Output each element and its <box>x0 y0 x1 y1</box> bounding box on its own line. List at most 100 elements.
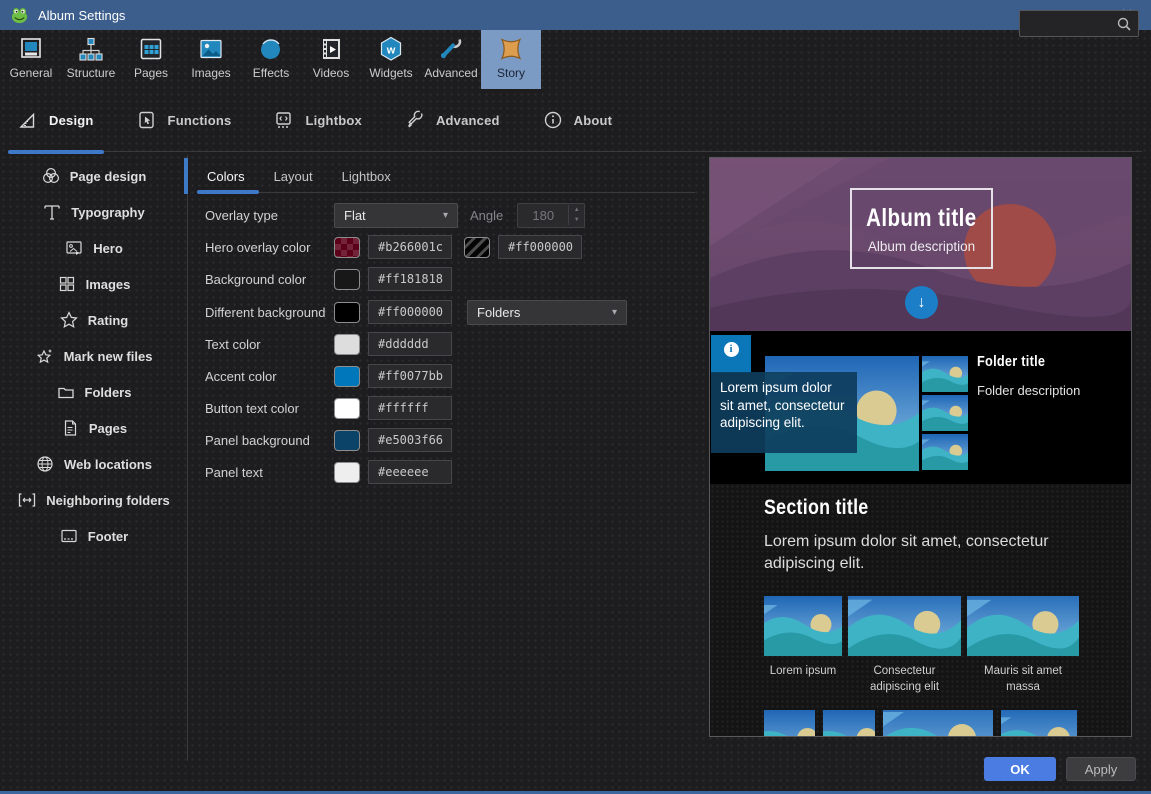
panel-text-field[interactable] <box>368 460 452 484</box>
hero-title-box: Album title Album description <box>850 188 993 269</box>
preview-folder-strip: i Lorem ipsum dolor sit amet, consectetu… <box>710 331 1131 484</box>
album-settings-window: Album Settings ✕ General Structure <box>0 0 1151 794</box>
thumbnail-image <box>764 596 842 656</box>
folder-small-thumbnails <box>922 356 968 471</box>
accent-color-field[interactable] <box>368 364 452 388</box>
svg-text:w: w <box>386 45 396 57</box>
formtab-lightbox[interactable]: Lightbox <box>342 166 391 192</box>
functions-icon <box>137 110 157 130</box>
tab-advanced[interactable]: Advanced <box>405 110 500 130</box>
background-color-field[interactable] <box>368 267 452 291</box>
titlebar: Album Settings ✕ <box>0 0 1151 30</box>
toolbar-item-videos[interactable]: Videos <box>301 30 361 89</box>
background-color-swatch[interactable] <box>334 269 360 290</box>
different-background-dropdown[interactable]: Folders ▾ <box>467 300 627 325</box>
lightbox-icon <box>274 110 294 130</box>
toolbar-item-effects[interactable]: Effects <box>241 30 301 89</box>
advanced-icon <box>437 35 465 63</box>
folder-info-badge[interactable]: i <box>711 335 751 373</box>
hero-overlay-color-swatch[interactable] <box>334 237 360 258</box>
apply-button[interactable]: Apply <box>1066 757 1136 781</box>
main-toolbar: General Structure Pages <box>0 30 1151 89</box>
thumbnail-item[interactable]: Lorem ipsum <box>764 596 842 695</box>
thumbnail-image[interactable] <box>764 710 815 737</box>
hero-overlay-color2-swatch[interactable] <box>464 237 490 258</box>
folder-small-thumbnail <box>922 395 968 431</box>
thumbnail-image <box>848 596 961 656</box>
rating-star-icon <box>59 310 79 330</box>
design-sidebar: Page design Typography Hero <box>0 155 188 761</box>
preview-hero: Album title Album description ↓ <box>710 158 1131 331</box>
spinner-arrows[interactable]: ▲ ▼ <box>568 205 584 225</box>
toolbar-item-pages[interactable]: Pages <box>121 30 181 89</box>
text-color-swatch[interactable] <box>334 334 360 355</box>
thumbnail-caption: Mauris sit amet massa <box>967 664 1079 695</box>
tab-underline <box>8 151 1142 152</box>
hero-overlay-color2-field[interactable] <box>498 235 582 259</box>
toolbar-item-widgets[interactable]: w Widgets <box>361 30 421 89</box>
row-panel-background: Panel background <box>205 427 464 453</box>
hero-icon <box>64 238 84 258</box>
page-design-icon <box>41 166 61 186</box>
toolbar-item-advanced[interactable]: Advanced <box>421 30 481 89</box>
sidebar-item-mark-new-files[interactable]: Mark new files <box>0 338 187 374</box>
sidebar-item-footer[interactable]: Footer <box>0 518 187 554</box>
row-button-text-color: Button text color <box>205 395 464 421</box>
sidebar-item-hero[interactable]: Hero <box>0 230 187 266</box>
text-color-field[interactable] <box>368 332 452 356</box>
app-logo-frog-icon <box>10 6 29 25</box>
row-hero-overlay-color: Hero overlay color <box>205 234 594 260</box>
tab-lightbox[interactable]: Lightbox <box>274 110 361 130</box>
angle-stepper[interactable]: 180 ▲ ▼ <box>517 203 585 228</box>
panel-background-swatch[interactable] <box>334 430 360 451</box>
images-grid-icon <box>57 274 77 294</box>
row-background-color: Background color <box>205 266 464 292</box>
down-arrow-icon: ↓ <box>918 294 926 312</box>
active-formtab-indicator <box>197 190 259 194</box>
sidebar-item-images[interactable]: Images <box>0 266 187 302</box>
tab-about[interactable]: About <box>543 110 613 130</box>
sidebar-item-rating[interactable]: Rating <box>0 302 187 338</box>
overlay-type-dropdown[interactable]: Flat ▾ <box>334 203 458 228</box>
scroll-down-button[interactable]: ↓ <box>905 286 938 319</box>
search-icon <box>1116 16 1132 32</box>
neighboring-folders-icon <box>17 490 37 510</box>
button-text-color-swatch[interactable] <box>334 398 360 419</box>
row-overlay-type: Overlay type Flat ▾ Angle 180 ▲ ▼ <box>205 202 585 228</box>
toolbar-item-story[interactable]: Story <box>481 30 541 89</box>
ok-button[interactable]: OK <box>984 757 1056 781</box>
thumbnail-image[interactable] <box>883 710 993 737</box>
button-text-color-field[interactable] <box>368 396 452 420</box>
toolbar-item-general[interactable]: General <box>1 30 61 89</box>
different-background-swatch[interactable] <box>334 302 360 323</box>
sidebar-item-web-locations[interactable]: Web locations <box>0 446 187 482</box>
sidebar-item-typography[interactable]: Typography <box>0 194 187 230</box>
thumbnail-item[interactable]: Consectetur adipiscing elit <box>848 596 961 695</box>
thumbnail-image[interactable] <box>1001 710 1077 737</box>
sidebar-item-pages[interactable]: Pages <box>0 410 187 446</box>
thumbnail-caption: Consectetur adipiscing elit <box>848 664 961 695</box>
formtab-layout[interactable]: Layout <box>274 166 313 192</box>
accent-color-swatch[interactable] <box>334 366 360 387</box>
spin-up-icon: ▲ <box>574 205 580 215</box>
thumbnail-item[interactable]: Mauris sit amet massa <box>967 596 1079 695</box>
tab-functions[interactable]: Functions <box>137 110 232 130</box>
different-background-field[interactable] <box>368 300 452 324</box>
hero-overlay-color-field[interactable] <box>368 235 452 259</box>
thumbnail-image[interactable] <box>823 710 875 737</box>
settings-tabrow: Design Functions Lightbox <box>0 89 1151 155</box>
panel-background-field[interactable] <box>368 428 452 452</box>
toolbar-item-images[interactable]: Images <box>181 30 241 89</box>
videos-icon <box>317 35 345 63</box>
thumbnail-caption: Lorem ipsum <box>764 664 842 680</box>
design-icon <box>18 110 38 130</box>
sidebar-item-folders[interactable]: Folders <box>0 374 187 410</box>
sidebar-item-neighboring-folders[interactable]: Neighboring folders <box>0 482 187 518</box>
tab-design[interactable]: Design <box>18 110 94 130</box>
panel-text-swatch[interactable] <box>334 462 360 483</box>
toolbar-item-structure[interactable]: Structure <box>61 30 121 89</box>
thumbnail-image <box>967 596 1079 656</box>
formtab-colors[interactable]: Colors <box>207 166 245 192</box>
sidebar-item-page-design[interactable]: Page design <box>0 158 187 194</box>
search-input[interactable] <box>1019 10 1139 37</box>
